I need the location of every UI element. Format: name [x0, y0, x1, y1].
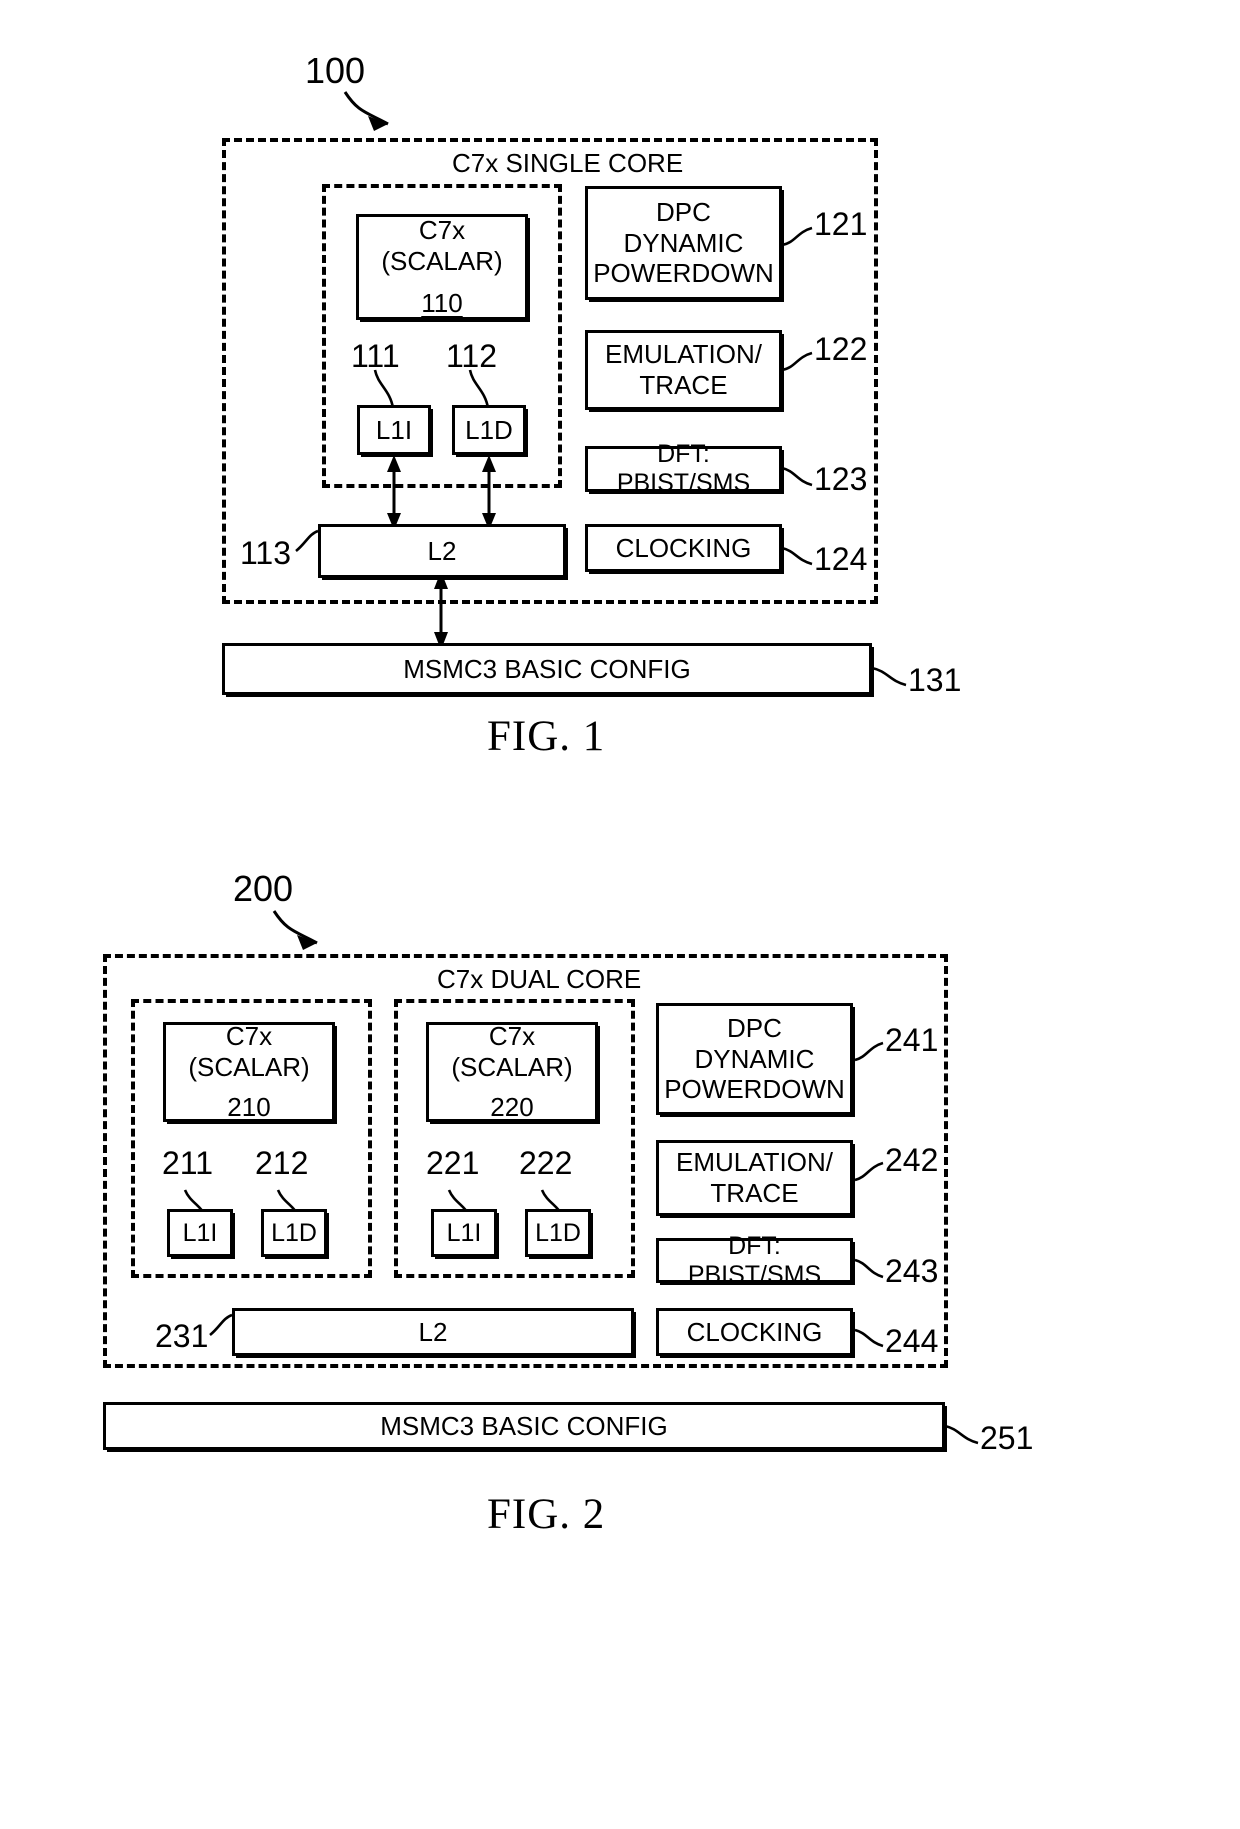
fig2-core-a-l1i-reference: 211	[162, 1145, 214, 1181]
fig2-core-a-cpu-reference: 210	[227, 1092, 271, 1123]
fig2-caption: FIG. 2	[487, 1491, 606, 1538]
fig2-dpc-line-3: POWERDOWN	[664, 1074, 845, 1105]
fig2-core-a-l1i-label: L1I	[182, 1218, 218, 1247]
fig2-emulation-line-1: EMULATION/	[676, 1147, 833, 1178]
fig2-clocking-reference: 244	[885, 1323, 939, 1359]
fig2-core-b-l1d-reference: 222	[519, 1145, 573, 1181]
fig2-msmc3-reference: 251	[980, 1420, 1034, 1456]
fig2-dft-reference: 243	[885, 1253, 939, 1289]
figure-2: 200 C7x DUAL CORE C7x (SCALAR) 210 211 2…	[0, 0, 1240, 1829]
fig2-leader-lines	[183, 910, 979, 1445]
fig2-core-a-cpu-title: C7x (SCALAR)	[188, 1021, 310, 1082]
fig2-emulation-reference: 242	[885, 1142, 939, 1178]
fig2-emulation-line-2: TRACE	[710, 1178, 799, 1208]
fig2-core-a-l1i-block: L1I	[167, 1209, 233, 1257]
fig2-dft-block: DFT: PBIST/SMS	[656, 1232, 853, 1289]
fig2-core-b-l1i-block: L1I	[431, 1209, 497, 1257]
fig2-core-b-l1i-label: L1I	[446, 1218, 482, 1247]
fig2-msmc3-label: MSMC3 BASIC CONFIG	[380, 1410, 668, 1441]
fig2-core-a-l1d-block: L1D	[261, 1209, 327, 1257]
fig2-l2-block: L2	[232, 1308, 634, 1356]
fig2-core-b-l1d-label: L1D	[535, 1218, 581, 1247]
fig2-l2-label: L2	[418, 1316, 448, 1347]
fig2-core-a-cpu-block: C7x (SCALAR) 210	[163, 1021, 335, 1123]
fig2-dpc-reference: 241	[885, 1022, 939, 1058]
fig2-dpc-line-1: DPC	[727, 1012, 782, 1043]
fig2-core-b-cpu-title: C7x (SCALAR)	[451, 1021, 573, 1082]
fig2-l2-reference: 231	[155, 1318, 209, 1354]
fig2-outer-label: C7x DUAL CORE	[437, 964, 642, 994]
fig2-core-b-cpu-reference: 220	[490, 1092, 534, 1123]
fig2-clocking-label: CLOCKING	[686, 1316, 823, 1347]
fig2-dpc-line-2: DYNAMIC	[694, 1043, 815, 1074]
fig2-dft-label: DFT: PBIST/SMS	[687, 1231, 822, 1289]
fig2-core-b-l1d-block: L1D	[525, 1209, 591, 1257]
fig2-core-b-l1i-reference: 221	[426, 1145, 480, 1181]
fig2-core-a-l1d-reference: 212	[255, 1145, 309, 1181]
fig2-core-b-cpu-block: C7x (SCALAR) 220	[426, 1021, 598, 1123]
fig2-dpc-block: DPC DYNAMIC POWERDOWN	[656, 1003, 853, 1115]
fig2-clocking-block: CLOCKING	[656, 1308, 853, 1356]
fig2-emulation-block: EMULATION/ TRACE	[656, 1140, 853, 1216]
fig2-core-a-l1d-label: L1D	[271, 1218, 317, 1247]
patent-drawing-sheet: 100 C7x SINGLE CORE C7x (SCALAR) 110 111…	[0, 0, 1240, 1829]
fig2-msmc3-block: MSMC3 BASIC CONFIG	[103, 1402, 945, 1450]
